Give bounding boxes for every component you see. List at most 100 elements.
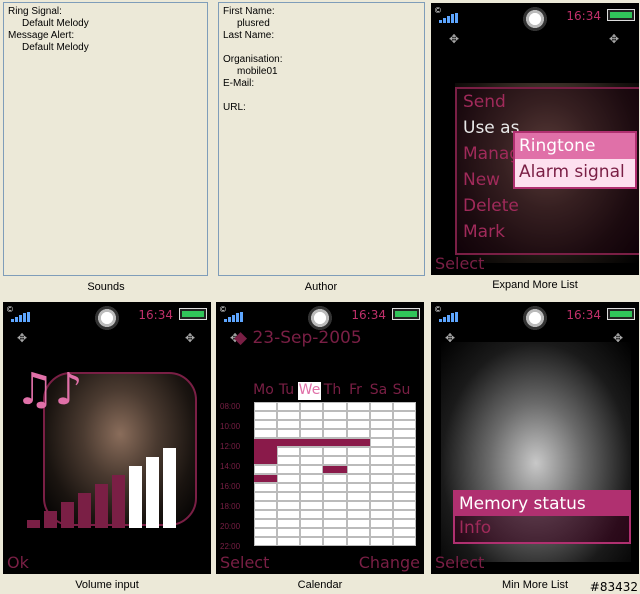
calendar-cell[interactable] bbox=[369, 528, 393, 537]
calendar-cell[interactable] bbox=[277, 528, 301, 537]
calendar-cell[interactable] bbox=[300, 492, 324, 501]
calendar-cell[interactable] bbox=[392, 519, 416, 528]
weekday-tu[interactable]: Tu bbox=[275, 382, 298, 400]
calendar-cell[interactable] bbox=[323, 528, 347, 537]
appointment-block[interactable] bbox=[254, 475, 278, 482]
calendar-cell[interactable] bbox=[346, 429, 370, 438]
appointment-block[interactable] bbox=[300, 439, 324, 446]
calendar-cell[interactable] bbox=[300, 537, 324, 546]
calendar-cell[interactable] bbox=[300, 474, 324, 483]
calendar-cell[interactable] bbox=[323, 483, 347, 492]
calendar-cell[interactable] bbox=[392, 420, 416, 429]
calendar-cell[interactable] bbox=[323, 501, 347, 510]
ok-softkey[interactable]: Ok bbox=[7, 553, 29, 572]
calendar-cell[interactable] bbox=[323, 429, 347, 438]
calendar-cell[interactable] bbox=[254, 411, 278, 420]
calendar-cell[interactable] bbox=[346, 510, 370, 519]
calendar-cell[interactable] bbox=[300, 402, 324, 411]
calendar-cell[interactable] bbox=[323, 402, 347, 411]
calendar-cell[interactable] bbox=[254, 465, 278, 474]
calendar-cell[interactable] bbox=[300, 510, 324, 519]
calendar-cell[interactable] bbox=[369, 429, 393, 438]
calendar-cell[interactable] bbox=[392, 537, 416, 546]
calendar-cell[interactable] bbox=[254, 510, 278, 519]
select-softkey[interactable]: Select bbox=[435, 553, 484, 572]
calendar-cell[interactable] bbox=[277, 474, 301, 483]
calendar-cell[interactable] bbox=[369, 456, 393, 465]
calendar-cell[interactable] bbox=[277, 519, 301, 528]
calendar-cell[interactable] bbox=[392, 474, 416, 483]
calendar-cell[interactable] bbox=[300, 420, 324, 429]
appointment-block[interactable] bbox=[254, 439, 278, 464]
calendar-cell[interactable] bbox=[277, 447, 301, 456]
calendar-cell[interactable] bbox=[300, 447, 324, 456]
calendar-cell[interactable] bbox=[346, 465, 370, 474]
calendar-cell[interactable] bbox=[254, 519, 278, 528]
calendar-cell[interactable] bbox=[254, 537, 278, 546]
submenu-item-ringtone[interactable]: Ringtone bbox=[515, 133, 635, 159]
calendar-cell[interactable] bbox=[300, 411, 324, 420]
calendar-cell[interactable] bbox=[277, 420, 301, 429]
menu-item-delete[interactable]: Delete bbox=[463, 193, 639, 219]
calendar-cell[interactable] bbox=[254, 528, 278, 537]
calendar-cell[interactable] bbox=[392, 528, 416, 537]
calendar-cell[interactable] bbox=[300, 501, 324, 510]
calendar-cell[interactable] bbox=[346, 528, 370, 537]
calendar-cell[interactable] bbox=[369, 501, 393, 510]
calendar-cell[interactable] bbox=[392, 402, 416, 411]
change-softkey[interactable]: Change bbox=[359, 553, 420, 572]
calendar-cell[interactable] bbox=[369, 420, 393, 429]
calendar-cell[interactable] bbox=[369, 510, 393, 519]
calendar-cell[interactable] bbox=[323, 411, 347, 420]
calendar-cell[interactable] bbox=[369, 519, 393, 528]
calendar-cell[interactable] bbox=[323, 537, 347, 546]
calendar-cell[interactable] bbox=[369, 537, 393, 546]
calendar-cell[interactable] bbox=[323, 447, 347, 456]
appointment-block[interactable] bbox=[346, 439, 370, 446]
select-softkey[interactable]: Select bbox=[220, 553, 269, 572]
calendar-cell[interactable] bbox=[392, 438, 416, 447]
calendar-cell[interactable] bbox=[346, 537, 370, 546]
calendar-cell[interactable] bbox=[277, 501, 301, 510]
calendar-cell[interactable] bbox=[346, 474, 370, 483]
menu-item-send[interactable]: Send bbox=[463, 89, 639, 115]
calendar-cell[interactable] bbox=[392, 492, 416, 501]
appointment-block[interactable] bbox=[323, 439, 347, 446]
calendar-cell[interactable] bbox=[392, 483, 416, 492]
calendar-cell[interactable] bbox=[300, 528, 324, 537]
calendar-cell[interactable] bbox=[323, 510, 347, 519]
calendar-cell[interactable] bbox=[346, 420, 370, 429]
calendar-cell[interactable] bbox=[346, 492, 370, 501]
calendar-cell[interactable] bbox=[277, 402, 301, 411]
calendar-cell[interactable] bbox=[300, 429, 324, 438]
calendar-cell[interactable] bbox=[323, 420, 347, 429]
select-softkey[interactable]: Select bbox=[435, 254, 484, 273]
calendar-cell[interactable] bbox=[277, 510, 301, 519]
week-grid[interactable] bbox=[254, 402, 416, 546]
calendar-cell[interactable] bbox=[346, 483, 370, 492]
calendar-cell[interactable] bbox=[277, 483, 301, 492]
calendar-cell[interactable] bbox=[369, 438, 393, 447]
calendar-cell[interactable] bbox=[392, 411, 416, 420]
menu-item-info[interactable]: Info bbox=[455, 516, 629, 540]
calendar-cell[interactable] bbox=[392, 429, 416, 438]
calendar-cell[interactable] bbox=[346, 402, 370, 411]
calendar-cell[interactable] bbox=[300, 519, 324, 528]
weekday-fr[interactable]: Fr bbox=[344, 382, 367, 400]
calendar-cell[interactable] bbox=[369, 411, 393, 420]
calendar-cell[interactable] bbox=[346, 456, 370, 465]
weekday-th[interactable]: Th bbox=[321, 382, 344, 400]
calendar-cell[interactable] bbox=[300, 456, 324, 465]
calendar-cell[interactable] bbox=[254, 483, 278, 492]
calendar-cell[interactable] bbox=[346, 519, 370, 528]
calendar-cell[interactable] bbox=[277, 465, 301, 474]
calendar-cell[interactable] bbox=[392, 456, 416, 465]
calendar-cell[interactable] bbox=[369, 474, 393, 483]
calendar-cell[interactable] bbox=[346, 411, 370, 420]
calendar-cell[interactable] bbox=[277, 492, 301, 501]
calendar-cell[interactable] bbox=[277, 429, 301, 438]
calendar-cell[interactable] bbox=[254, 501, 278, 510]
calendar-cell[interactable] bbox=[392, 510, 416, 519]
calendar-cell[interactable] bbox=[323, 456, 347, 465]
weekday-mo[interactable]: Mo bbox=[252, 382, 275, 400]
